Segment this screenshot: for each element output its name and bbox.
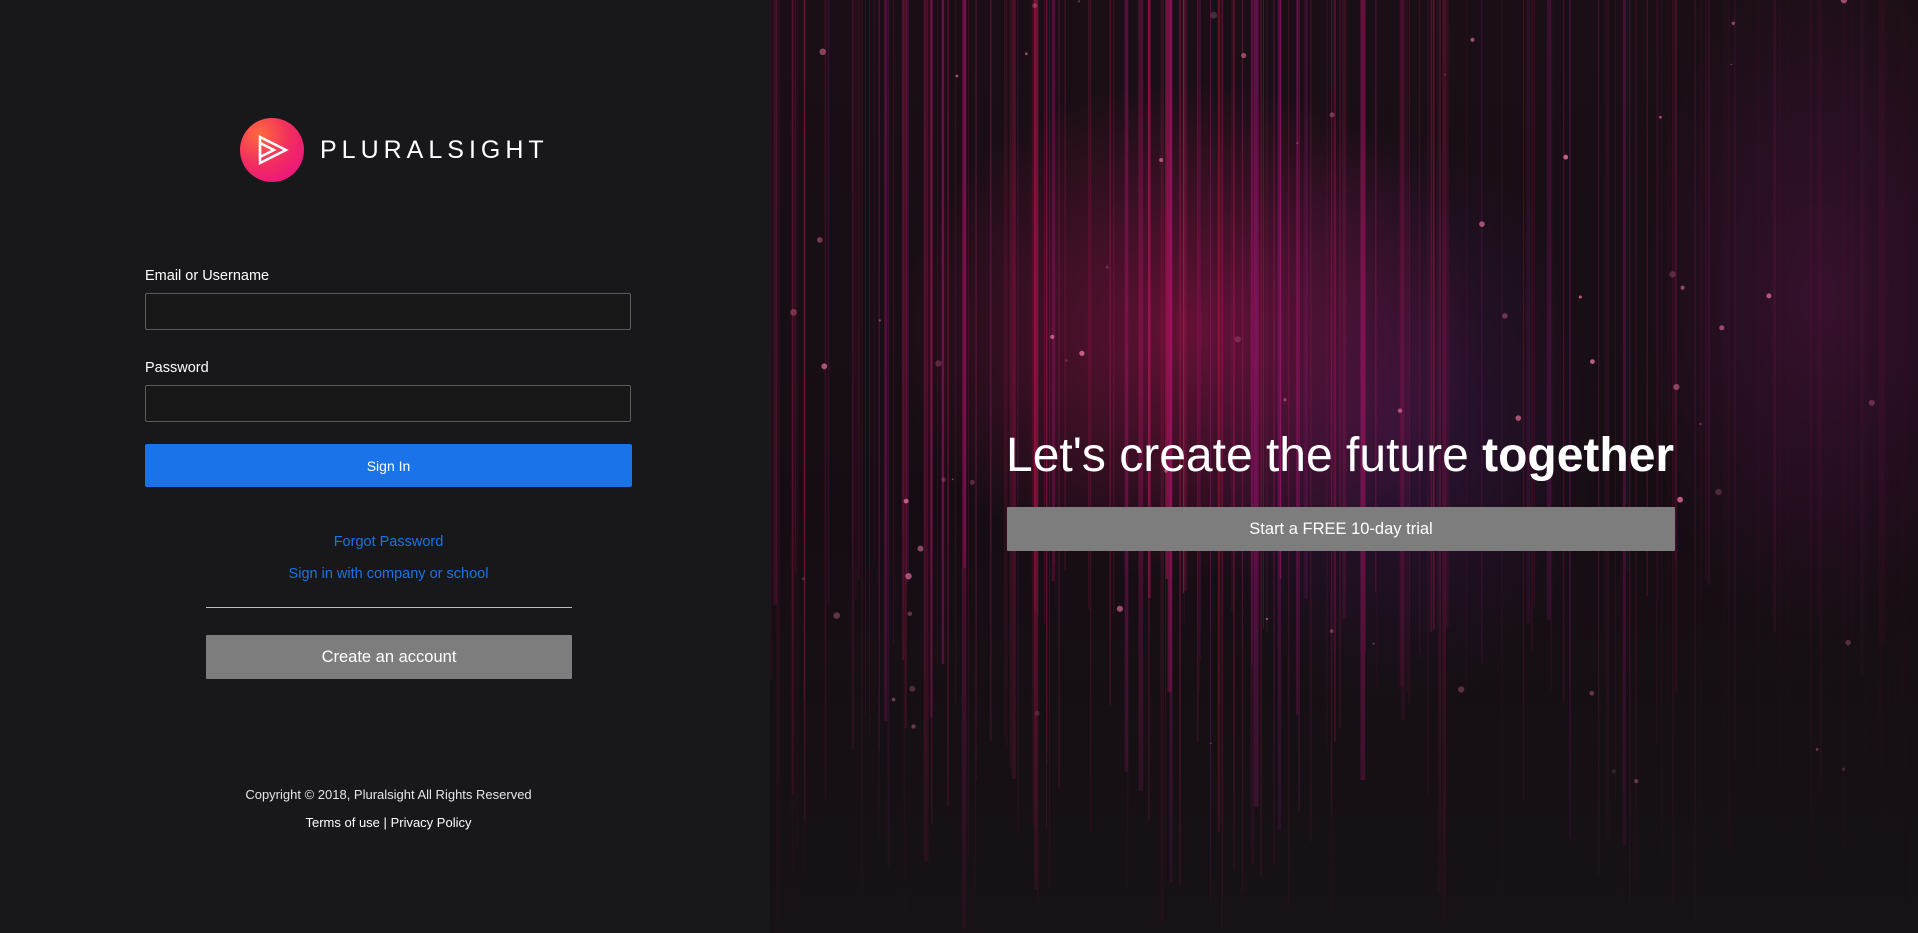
email-label: Email or Username (145, 268, 270, 284)
password-label: Password (145, 360, 209, 376)
footer-links: Terms of use | Privacy Policy (145, 815, 632, 830)
hero-title-bold: together (1482, 429, 1675, 482)
hero-title: Let's create the future together (1006, 424, 1676, 488)
company-signin-link[interactable]: Sign in with company or school (145, 566, 632, 582)
free-trial-button[interactable]: Start a FREE 10-day trial (1007, 507, 1675, 551)
password-input[interactable] (145, 385, 631, 422)
create-account-button[interactable]: Create an account (206, 635, 572, 679)
terms-of-use-link[interactable]: Terms of use (306, 815, 380, 830)
forgot-password-link[interactable]: Forgot Password (145, 534, 632, 550)
hero-panel: Let's create the future together Start a… (770, 0, 1918, 933)
privacy-policy-link[interactable]: Privacy Policy (391, 815, 472, 830)
sign-in-button[interactable]: Sign In (145, 444, 632, 487)
play-triangle-icon (240, 118, 304, 182)
copyright-text: Copyright © 2018, Pluralsight All Rights… (245, 787, 532, 802)
hero-title-regular: Let's create the future (1006, 429, 1483, 482)
footer-separator: | (383, 815, 387, 830)
divider (206, 607, 572, 608)
login-page: PLURALSIGHT Email or Username Password S… (0, 0, 1918, 933)
pluralsight-logo: PLURALSIGHT (240, 118, 549, 182)
logo-wordmark: PLURALSIGHT (320, 135, 549, 164)
email-input[interactable] (145, 293, 631, 330)
login-panel: PLURALSIGHT Email or Username Password S… (0, 0, 770, 933)
